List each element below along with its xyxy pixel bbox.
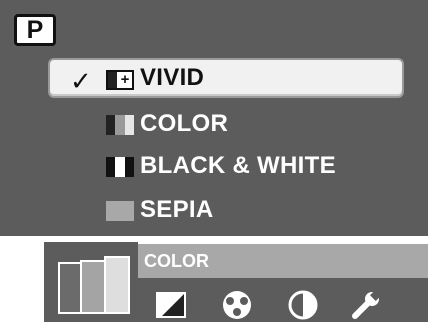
color-chip-icon <box>106 115 134 135</box>
menu-item-label: COLOR <box>140 110 229 137</box>
shooting-mode-badge: P <box>14 14 56 46</box>
preview-bar-mid <box>80 260 106 314</box>
color-preview <box>44 242 138 322</box>
contrast-icon[interactable] <box>154 290 188 320</box>
half-circle-icon[interactable] <box>286 290 320 320</box>
status-bar: COLOR <box>138 244 428 278</box>
menu-item-black-white[interactable]: BLACK & WHITE <box>48 146 404 186</box>
right-edge <box>428 0 438 322</box>
camera-color-mode-screen: P ✓ + VIVID COLOR BLACK & WHITE SEPIA CO… <box>0 0 438 322</box>
current-mode-label: COLOR <box>144 250 209 271</box>
sepia-chip-icon <box>106 201 134 221</box>
menu-item-label: SEPIA <box>140 196 214 223</box>
black-white-chip-icon <box>106 157 134 177</box>
color-palette-icon[interactable] <box>220 290 254 320</box>
menu-item-label: VIVID <box>140 64 205 91</box>
top-band <box>0 0 428 48</box>
menu-item-color[interactable]: COLOR <box>48 104 404 144</box>
checkmark-icon: ✓ <box>70 66 92 96</box>
vivid-chip-icon: + <box>106 70 134 90</box>
menu-item-vivid[interactable]: ✓ + VIVID <box>48 58 404 98</box>
menu-item-sepia[interactable]: SEPIA <box>48 190 404 230</box>
preview-bar-light <box>104 256 130 314</box>
menu-item-label: BLACK & WHITE <box>140 152 336 179</box>
wrench-icon[interactable] <box>350 290 384 320</box>
